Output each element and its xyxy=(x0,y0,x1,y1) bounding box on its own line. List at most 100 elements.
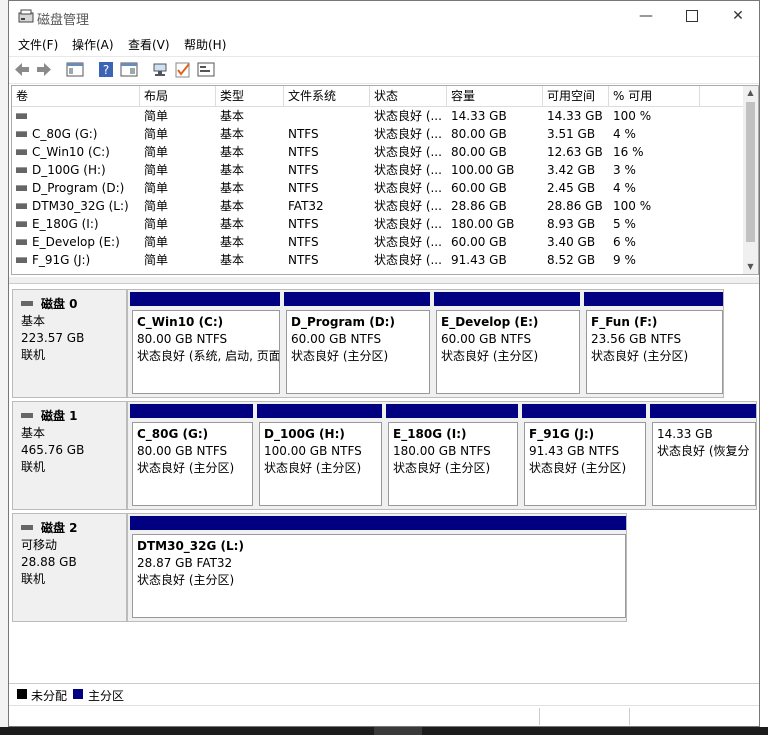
cell-percent-free: 16 % xyxy=(609,143,704,161)
partition-status: 状态良好 (主分区) xyxy=(529,461,627,475)
cell-free-space: 28.86 GB xyxy=(543,197,613,215)
menu-file[interactable]: 文件(F) xyxy=(18,36,58,53)
disk-info-1[interactable]: 磁盘 1 基本 465.76 GB 联机 xyxy=(12,401,127,510)
table-row[interactable]: F_91G (J:) 简单 基本 NTFS 状态良好 (... 91.43 GB 8.52 … xyxy=(12,251,744,269)
partition-type-bar xyxy=(386,404,518,418)
cell-status: 状态良好 (... xyxy=(370,161,451,179)
cell-text: 100 % xyxy=(613,199,652,213)
table-row[interactable]: E_Develop (E:) 简单 基本 NTFS 状态良好 (... 60.00 GB 3… xyxy=(12,233,744,251)
partition-size: 180.00 GB NTFS xyxy=(393,444,491,458)
partition-name: E_180G (I:) xyxy=(393,427,467,441)
disk-info-0[interactable]: 磁盘 0 基本 223.57 GB 联机 xyxy=(12,289,127,398)
partition-status: 状态良好 (系统, 启动, 页面 xyxy=(137,349,280,363)
cell-layout: 简单 xyxy=(140,125,220,143)
partition-block[interactable]: 14.33 GB 状态良好 (恢复分 xyxy=(648,402,758,509)
partition-block[interactable]: F_91G (J:) 91.43 GB NTFS 状态良好 (主分区) xyxy=(520,402,648,509)
disk-info-2[interactable]: 磁盘 2 可移动 28.88 GB 联机 xyxy=(12,513,127,622)
table-row[interactable]: C_Win10 (C:) 简单 基本 NTFS 状态良好 (... 80.00 GB 12.… xyxy=(12,143,744,161)
cell-status: 状态良好 (... xyxy=(370,107,451,125)
table-row[interactable]: DTM30_32G (L:) 简单 基本 FAT32 状态良好 (... 28.86 GB… xyxy=(12,197,744,215)
cell-text: 简单 xyxy=(144,145,169,159)
partition-block[interactable]: D_Program (D:) 60.00 GB NTFS 状态良好 (主分区) xyxy=(282,290,432,397)
cell-text: 3.40 GB xyxy=(547,235,596,249)
cell-capacity: 100.00 GB xyxy=(447,161,547,179)
column-layout[interactable]: 布局 xyxy=(140,86,216,106)
cell-type: 基本 xyxy=(216,143,288,161)
disk-management-window: 磁盘管理 — ✕ 文件(F) 操作(A) 查看(V) 帮助(H) ? 卷 布局 … xyxy=(8,0,760,727)
cell-layout: 简单 xyxy=(140,107,220,125)
forward-icon[interactable] xyxy=(35,61,53,78)
close-button[interactable]: ✕ xyxy=(715,1,761,32)
column-volume[interactable]: 卷 xyxy=(12,86,140,106)
partition-size: 60.00 GB NTFS xyxy=(441,332,532,346)
cell-layout: 简单 xyxy=(140,179,220,197)
drive-icon xyxy=(16,202,27,209)
partition-type-bar xyxy=(284,292,430,306)
back-icon[interactable] xyxy=(13,61,31,78)
cell-text: NTFS xyxy=(288,145,319,159)
menu-help[interactable]: 帮助(H) xyxy=(184,36,226,53)
column-filesystem[interactable]: 文件系统 xyxy=(284,86,370,106)
column-capacity[interactable]: 容量 xyxy=(447,86,543,106)
table-row[interactable]: D_100G (H:) 简单 基本 NTFS 状态良好 (... 100.00 GB 3.4… xyxy=(12,161,744,179)
disk-partitions-1: C_80G (G:) 80.00 GB NTFS 状态良好 (主分区) D_100G … xyxy=(127,401,757,510)
properties-icon[interactable] xyxy=(120,61,138,78)
settings-icon[interactable] xyxy=(197,61,215,78)
status-bar xyxy=(9,705,759,727)
minimize-button[interactable]: — xyxy=(623,1,669,32)
partition-block[interactable]: E_180G (I:) 180.00 GB NTFS 状态良好 (主分区) xyxy=(384,402,520,509)
table-row[interactable]: E_180G (I:) 简单 基本 NTFS 状态良好 (... 180.00 GB 8.9… xyxy=(12,215,744,233)
cell-free-space: 2.45 GB xyxy=(543,179,613,197)
cell-filesystem: NTFS xyxy=(284,233,374,251)
column-status[interactable]: 状态 xyxy=(370,86,447,106)
cell-free-space: 14.33 GB xyxy=(543,107,613,125)
cell-filesystem xyxy=(284,107,374,125)
cell-text: D_100G (H:) xyxy=(32,163,106,177)
disk-name: 磁盘 1 xyxy=(21,408,126,425)
scroll-up-icon[interactable]: ▲ xyxy=(743,86,758,100)
cell-text: 14.33 GB xyxy=(451,109,507,123)
column-free-space[interactable]: 可用空间 xyxy=(543,86,609,106)
cell-text: 16 % xyxy=(613,145,644,159)
scroll-down-icon[interactable]: ▼ xyxy=(743,260,758,274)
maximize-button[interactable] xyxy=(669,1,715,32)
cell-text: E_180G (I:) xyxy=(32,217,99,231)
cell-text: 简单 xyxy=(144,181,169,195)
partition-block[interactable]: C_Win10 (C:) 80.00 GB NTFS 状态良好 (系统, 启动, 页… xyxy=(128,290,282,397)
check-icon[interactable] xyxy=(174,61,192,78)
scrollbar-thumb[interactable] xyxy=(746,102,755,242)
help-icon[interactable]: ? xyxy=(97,61,115,78)
menu-action[interactable]: 操作(A) xyxy=(72,36,114,53)
disk-icon xyxy=(21,525,33,530)
menu-view[interactable]: 查看(V) xyxy=(128,36,170,53)
cell-text: C_Win10 (C:) xyxy=(32,145,110,159)
table-row[interactable]: C_80G (G:) 简单 基本 NTFS 状态良好 (... 80.00 GB 3.51 … xyxy=(12,125,744,143)
connect-icon[interactable] xyxy=(151,61,169,78)
title-bar[interactable]: 磁盘管理 — ✕ xyxy=(9,1,759,32)
column-type[interactable]: 类型 xyxy=(216,86,284,106)
cell-text: F_91G (J:) xyxy=(32,253,91,267)
taskbar-item[interactable] xyxy=(374,727,422,735)
pane-splitter[interactable] xyxy=(9,277,759,284)
table-row[interactable]: D_Program (D:) 简单 基本 NTFS 状态良好 (... 60.00 GB 2… xyxy=(12,179,744,197)
partition-block[interactable]: E_Develop (E:) 60.00 GB NTFS 状态良好 (主分区) xyxy=(432,290,582,397)
partition-block[interactable]: D_100G (H:) 100.00 GB NTFS 状态良好 (主分区) xyxy=(255,402,384,509)
cell-capacity: 60.00 GB xyxy=(447,179,547,197)
cell-text: 9 % xyxy=(613,253,636,267)
cell-text: 60.00 GB xyxy=(451,235,507,249)
cell-text: 简单 xyxy=(144,217,169,231)
cell-volume: C_80G (G:) xyxy=(12,125,144,143)
table-row[interactable]: 简单 基本 状态良好 (... 14.33 GB 14.33 GB 100 % xyxy=(12,107,744,125)
console-tree-icon[interactable] xyxy=(66,61,84,78)
cell-filesystem: FAT32 xyxy=(284,197,374,215)
disk-management-app-icon xyxy=(18,9,34,23)
cell-volume: DTM30_32G (L:) xyxy=(12,197,144,215)
svg-text:?: ? xyxy=(103,63,109,77)
partition-block[interactable]: DTM30_32G (L:) 28.87 GB FAT32 状态良好 (主分区) xyxy=(128,514,628,621)
toolbar: ? xyxy=(9,56,759,84)
cell-capacity: 91.43 GB xyxy=(447,251,547,269)
partition-block[interactable]: C_80G (G:) 80.00 GB NTFS 状态良好 (主分区) xyxy=(128,402,255,509)
volume-list-scrollbar[interactable]: ▲ ▼ xyxy=(743,86,758,274)
partition-block[interactable]: F_Fun (F:) 23.56 GB NTFS 状态良好 (主分区) xyxy=(582,290,725,397)
column-percent-free[interactable]: % 可用 xyxy=(609,86,700,106)
